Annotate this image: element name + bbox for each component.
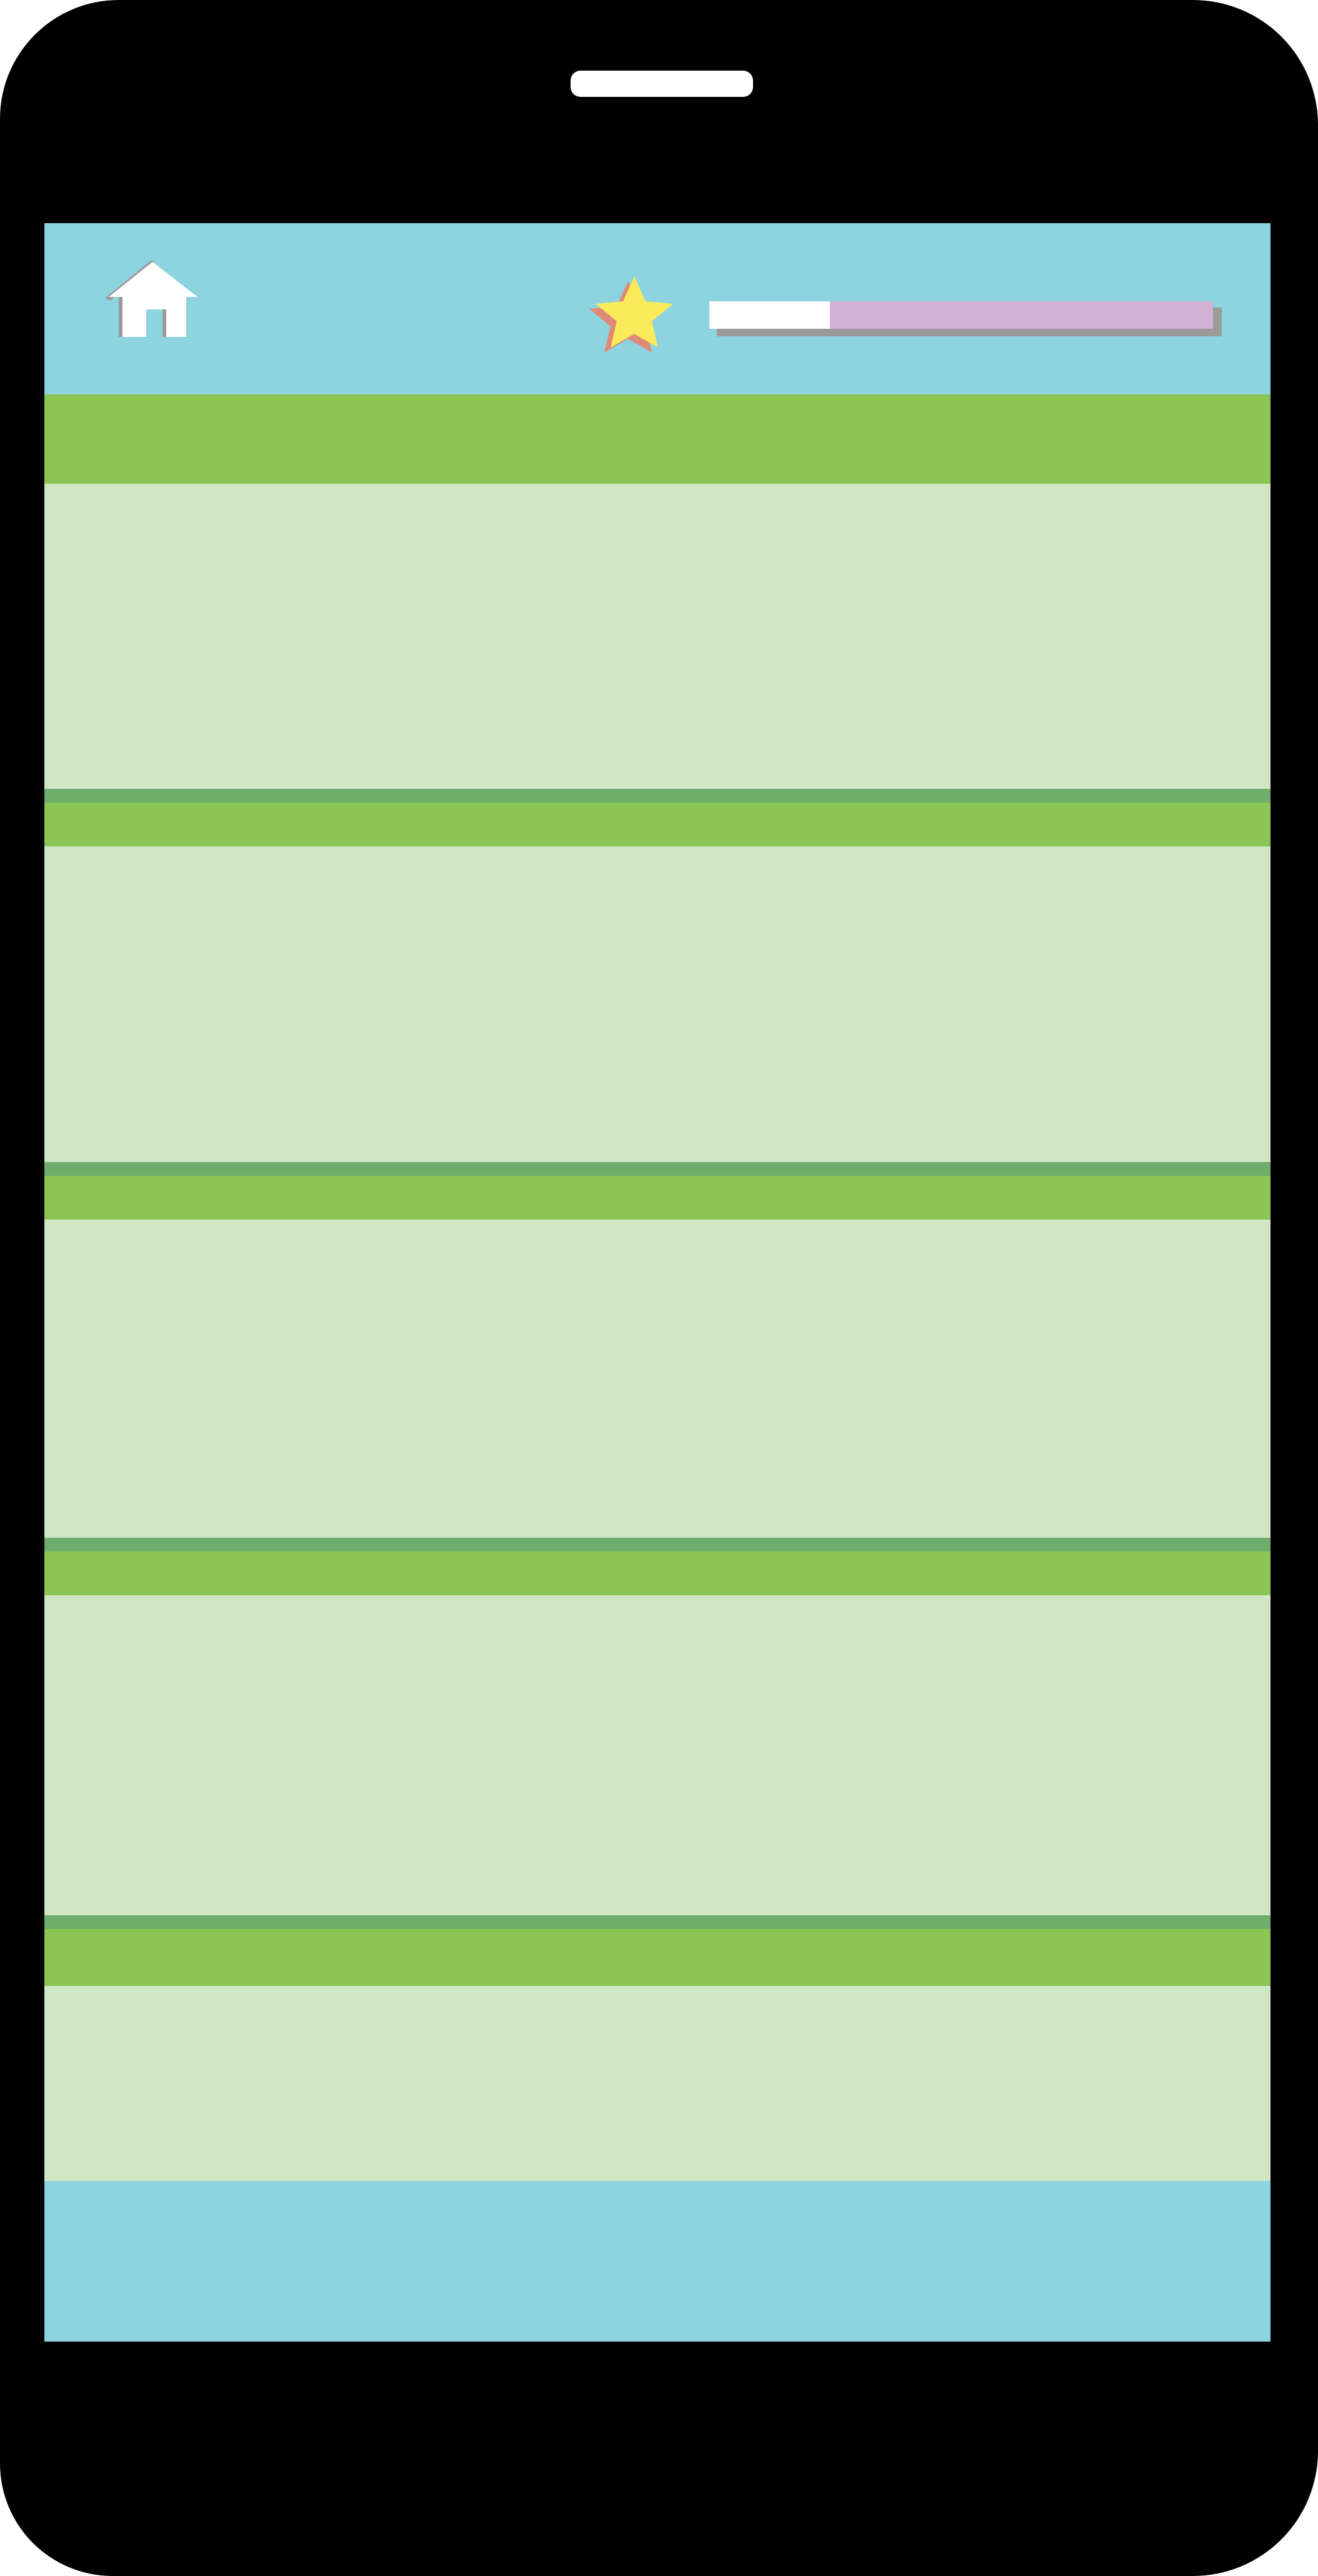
row-divider <box>44 789 1271 803</box>
row-body <box>44 1220 1271 1525</box>
row-divider <box>44 1162 1271 1176</box>
phone-frame <box>0 0 1318 2576</box>
list-item[interactable] <box>44 1162 1271 1525</box>
list-item[interactable] <box>44 394 1271 789</box>
list-item[interactable] <box>44 1915 1271 2181</box>
row-header[interactable] <box>44 1176 1271 1220</box>
list-item[interactable] <box>44 789 1271 1151</box>
row-header[interactable] <box>44 1551 1271 1595</box>
speaker-grille <box>571 71 753 97</box>
top-bar <box>44 223 1271 394</box>
progress-fill <box>709 301 831 329</box>
app-screen <box>44 223 1271 2342</box>
row-body <box>44 1595 1271 1900</box>
bottom-bar <box>44 2181 1271 2342</box>
row-header[interactable] <box>44 803 1271 846</box>
star-icon <box>588 275 681 364</box>
row-divider <box>44 1915 1271 1929</box>
progress-bar <box>709 301 1222 336</box>
row-body <box>44 484 1271 789</box>
home-icon[interactable] <box>104 261 204 348</box>
row-header[interactable] <box>44 394 1271 484</box>
row-divider <box>44 1538 1271 1551</box>
row-header[interactable] <box>44 1929 1271 1986</box>
row-body <box>44 846 1271 1151</box>
row-body <box>44 1986 1271 2181</box>
progress-track <box>709 301 1213 329</box>
list-item[interactable] <box>44 1538 1271 1900</box>
